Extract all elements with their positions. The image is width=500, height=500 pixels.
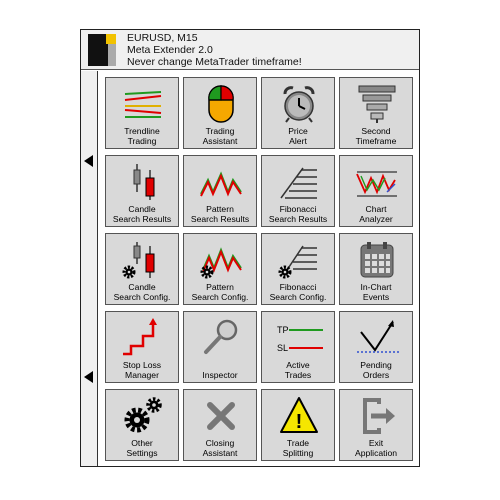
warning-mark: ! <box>296 411 303 433</box>
tile-pattern-search-config[interactable]: Pattern Search Config. <box>183 233 257 305</box>
tile-fibonacci-search-results[interactable]: Fibonacci Search Results <box>261 155 335 227</box>
tile-trendline-trading[interactable]: Trendline Trading <box>105 77 179 149</box>
tile-pending-orders[interactable]: Pending Orders <box>339 311 413 383</box>
pending-order-icon <box>357 320 399 353</box>
tile-label: Inspector <box>202 369 238 380</box>
tile-inspector[interactable]: Inspector <box>183 311 257 383</box>
exit-icon <box>363 398 395 434</box>
tile-trade-splitting[interactable]: ! Trade Splitting <box>261 389 335 461</box>
tile-label: Second Timeframe <box>355 126 397 146</box>
close-x-icon <box>207 402 235 430</box>
mouse-icon <box>208 85 234 123</box>
side-bar <box>81 71 98 466</box>
tile-chart-analyzer[interactable]: Chart Analyzer <box>339 155 413 227</box>
tile-exit-application[interactable]: Exit Application <box>339 389 413 461</box>
tile-label: Trading Assistant <box>202 126 238 146</box>
tile-label: Other Settings <box>126 438 158 458</box>
gears-icon <box>124 397 162 433</box>
fibonacci-gear-icon <box>278 245 317 279</box>
alarm-clock-icon <box>283 86 315 123</box>
tile-label: Active Trades <box>284 360 312 380</box>
app-name: Meta Extender 2.0 <box>127 44 213 56</box>
tile-other-settings[interactable]: Other Settings <box>105 389 179 461</box>
collapse-arrow-icon[interactable] <box>84 155 93 167</box>
tile-candle-search-config[interactable]: Candle Search Config. <box>105 233 179 305</box>
tile-label: Exit Application <box>354 438 398 458</box>
pattern-gear-icon <box>200 247 242 279</box>
tile-label: Pending Orders <box>360 360 392 380</box>
candle-icon <box>133 164 155 200</box>
tile-price-alert[interactable]: Price Alert <box>261 77 335 149</box>
tile-label: Pattern Search Results <box>190 204 250 224</box>
zigzag-pattern-icon <box>200 171 242 197</box>
tile-pattern-search-results[interactable]: Pattern Search Results <box>183 155 257 227</box>
tile-label: Pattern Search Config. <box>191 282 249 302</box>
funnel-stack-icon <box>358 85 396 123</box>
tile-fibonacci-search-config[interactable]: Fibonacci Search Config. <box>261 233 335 305</box>
tile-second-timeframe[interactable]: Second Timeframe <box>339 77 413 149</box>
tile-label: In-Chart Events <box>360 282 392 302</box>
tile-label: Fibonacci Search Results <box>268 204 328 224</box>
tile-label: Trade Splitting <box>282 438 314 458</box>
tp-sl-icon: TP SL <box>277 325 323 353</box>
tool-grid: Trendline Trading Trading Assistant Pric… <box>99 71 419 466</box>
meta-extender-panel: EURUSD, M15 Meta Extender 2.0 Never chan… <box>80 29 420 467</box>
app-logo <box>88 34 116 66</box>
chart-analyzer-icon <box>356 171 397 197</box>
tile-stop-loss-manager[interactable]: Stop Loss Manager <box>105 311 179 383</box>
tile-label: Candle Search Config. <box>113 282 171 302</box>
collapse-arrow-icon-lower[interactable] <box>84 371 93 383</box>
candle-gear-icon <box>122 242 155 279</box>
tile-label: Stop Loss Manager <box>122 360 162 380</box>
stop-loss-icon <box>123 318 157 356</box>
trendline-icon <box>124 91 162 118</box>
tp-label: TP <box>277 325 289 335</box>
tile-label: Closing Assistant <box>202 438 238 458</box>
tile-label: Chart Analyzer <box>359 204 393 224</box>
tile-label: Price Alert <box>288 126 308 146</box>
tile-label: Fibonacci Search Config. <box>269 282 327 302</box>
tile-label: Candle Search Results <box>112 204 172 224</box>
tile-label: Trendline Trading <box>124 126 160 146</box>
magnifier-icon <box>204 319 238 354</box>
fibonacci-icon <box>280 167 317 199</box>
tile-closing-assistant[interactable]: Closing Assistant <box>183 389 257 461</box>
calendar-icon <box>360 242 394 278</box>
tile-trading-assistant[interactable]: Trading Assistant <box>183 77 257 149</box>
tile-active-trades[interactable]: TP SL Active Trades <box>261 311 335 383</box>
header-text: EURUSD, M15 Meta Extender 2.0 Never chan… <box>127 32 302 68</box>
tile-candle-search-results[interactable]: Candle Search Results <box>105 155 179 227</box>
tile-in-chart-events[interactable]: In-Chart Events <box>339 233 413 305</box>
warning-icon: ! <box>280 397 318 433</box>
panel-header: EURUSD, M15 Meta Extender 2.0 Never chan… <box>81 30 419 70</box>
sl-label: SL <box>277 343 288 353</box>
symbol-timeframe: EURUSD, M15 <box>127 32 198 44</box>
tagline: Never change MetaTrader timeframe! <box>127 56 302 68</box>
